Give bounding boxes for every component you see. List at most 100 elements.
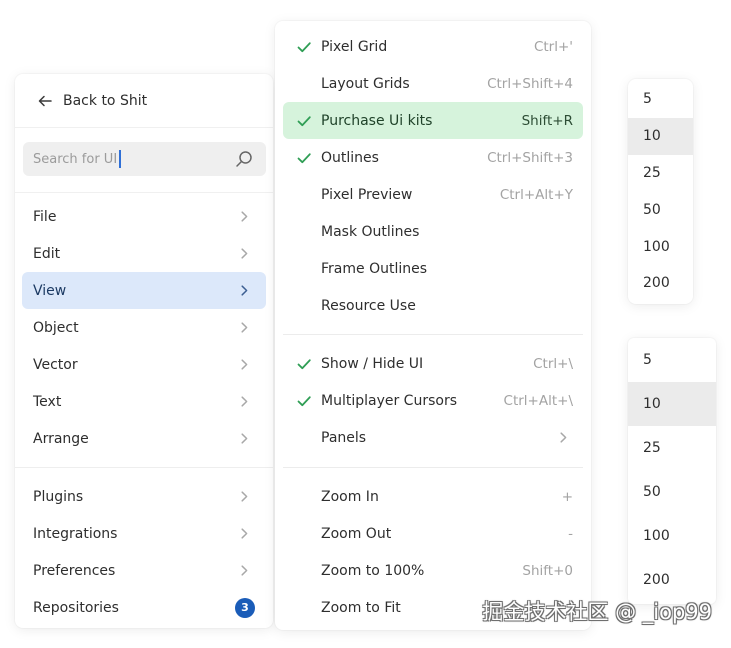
back-label: Back to Shit: [63, 92, 148, 109]
zoom-option[interactable]: 10: [628, 382, 716, 426]
zoom-option[interactable]: 5: [628, 338, 716, 382]
chevron-right-icon: [560, 432, 567, 443]
check-icon: [296, 39, 312, 55]
menu-divider: [15, 457, 273, 478]
menu-divider: [283, 324, 583, 345]
menu-item-label: Zoom Out: [321, 525, 392, 542]
search-icon[interactable]: [235, 150, 253, 168]
zoom-option[interactable]: 100: [628, 514, 716, 558]
menu-item-label: Zoom to 100%: [321, 562, 425, 579]
zoom-option-label: 10: [643, 128, 661, 145]
menu-item-label: Edit: [33, 245, 61, 262]
chevron-right-icon: [241, 248, 248, 259]
watermark: 掘金技术社区 @ _iop99: [482, 600, 712, 624]
zoom-option-label: 200: [643, 572, 670, 588]
main-menu-panel: Back to Shit Search for UI File Edit Vie…: [15, 74, 273, 628]
zoom-option-label: 100: [643, 528, 670, 544]
shortcut-label: Shift+R: [521, 112, 573, 129]
zoom-option[interactable]: 10: [628, 117, 693, 155]
chevron-right-icon: [241, 396, 248, 407]
zoom-option-label: 200: [643, 275, 670, 292]
menu-item-object[interactable]: Object: [22, 309, 266, 346]
menu-item-panels[interactable]: Panels: [283, 419, 583, 456]
menu-item-layout-grids[interactable]: Layout Grids Ctrl+Shift+4: [283, 65, 583, 102]
menu-item-label: Outlines: [321, 149, 379, 166]
menu-item-arrange[interactable]: Arrange: [22, 420, 266, 457]
menu-item-show-hide-ui[interactable]: Show / Hide UI Ctrl+\: [283, 345, 583, 382]
check-icon: [296, 393, 312, 409]
chevron-right-icon: [241, 528, 248, 539]
menu-item-zoom-to-100[interactable]: Zoom to 100% Shift+0: [283, 552, 583, 589]
zoom-option[interactable]: 50: [628, 191, 693, 228]
shortcut-label: -: [568, 525, 573, 542]
menu-item-label: Pixel Grid: [321, 38, 388, 55]
menu-item-label: Frame Outlines: [321, 260, 428, 277]
zoom-option[interactable]: 5: [628, 81, 693, 118]
menu-divider: [283, 456, 583, 478]
menu-item-label: Resource Use: [321, 297, 416, 314]
menu-item-view[interactable]: View: [22, 272, 266, 309]
menu-item-label: Repositories: [33, 599, 119, 616]
text-caret: [119, 150, 122, 168]
menu-item-zoom-in[interactable]: Zoom In +: [283, 478, 583, 515]
menu-item-pixel-preview[interactable]: Pixel Preview Ctrl+Alt+Y: [283, 176, 583, 213]
zoom-option-label: 5: [643, 91, 652, 108]
zoom-option-label: 25: [643, 440, 661, 456]
menu-item-repositories[interactable]: Repositories 3: [22, 589, 266, 626]
zoom-option[interactable]: 50: [628, 470, 716, 514]
menu-item-file[interactable]: File: [22, 198, 266, 235]
menu-item-integrations[interactable]: Integrations: [22, 515, 266, 552]
menu-item-pixel-grid[interactable]: Pixel Grid Ctrl+': [283, 28, 583, 65]
menu-item-label: View: [33, 282, 67, 299]
check-icon: [296, 356, 312, 372]
zoom-option-label: 50: [643, 201, 661, 218]
menu-item-frame-outlines[interactable]: Frame Outlines: [283, 250, 583, 287]
search-input-text: Search for UI: [33, 151, 118, 167]
zoom-option-label: 100: [643, 238, 670, 255]
menu-item-label: Purchase Ui kits: [321, 112, 433, 129]
menu-item-label: Integrations: [33, 525, 118, 542]
zoom-options-panel-large: 5 10 25 50 100 200: [628, 338, 716, 604]
chevron-right-icon: [241, 433, 248, 444]
menu-item-text[interactable]: Text: [22, 383, 266, 420]
menu-item-label: Text: [33, 393, 62, 410]
menu-item-label: Mask Outlines: [321, 223, 420, 240]
chevron-right-icon: [241, 565, 248, 576]
menu-item-label: Plugins: [33, 488, 84, 505]
menu-item-vector[interactable]: Vector: [22, 346, 266, 383]
check-icon: [296, 150, 312, 166]
menu-item-resource-use[interactable]: Resource Use: [283, 287, 583, 324]
shortcut-label: Ctrl+': [533, 38, 573, 55]
menu-item-zoom-out[interactable]: Zoom Out -: [283, 515, 583, 552]
shortcut-label: Ctrl+Shift+4: [487, 75, 573, 92]
search-input[interactable]: Search for UI: [23, 142, 266, 176]
chevron-right-icon: [241, 285, 248, 296]
chevron-right-icon: [241, 322, 248, 333]
menu-item-label: Arrange: [33, 430, 89, 447]
zoom-option[interactable]: 25: [628, 426, 716, 470]
menu-item-edit[interactable]: Edit: [22, 235, 266, 272]
menu-item-outlines[interactable]: Outlines Ctrl+Shift+3: [283, 139, 583, 176]
zoom-option-label: 10: [643, 396, 661, 412]
menu-item-preferences[interactable]: Preferences: [22, 552, 266, 589]
shortcut-label: Ctrl+\: [533, 355, 573, 372]
menu-item-label: Pixel Preview: [321, 186, 413, 203]
menu-item-label: Zoom In: [321, 488, 379, 505]
zoom-option-label: 5: [643, 352, 652, 368]
zoom-option[interactable]: 100: [628, 228, 693, 265]
menu-item-multiplayer-cursors[interactable]: Multiplayer Cursors Ctrl+Alt+\: [283, 382, 583, 419]
chevron-right-icon: [241, 211, 248, 222]
chevron-right-icon: [241, 491, 248, 502]
menu-item-mask-outlines[interactable]: Mask Outlines: [283, 213, 583, 250]
notification-badge: 3: [235, 597, 255, 618]
shortcut-label: +: [561, 488, 573, 505]
zoom-option[interactable]: 200: [628, 265, 693, 302]
menu-item-label: Object: [33, 319, 79, 336]
menu-item-plugins[interactable]: Plugins: [22, 478, 266, 515]
check-icon: [296, 113, 312, 129]
shortcut-label: Ctrl+Alt+Y: [499, 186, 573, 203]
zoom-option[interactable]: 25: [628, 155, 693, 192]
menu-item-purchase-ui-kits[interactable]: Purchase Ui kits Shift+R: [283, 102, 583, 139]
back-button[interactable]: Back to Shit: [15, 74, 273, 127]
chevron-right-icon: [241, 359, 248, 370]
